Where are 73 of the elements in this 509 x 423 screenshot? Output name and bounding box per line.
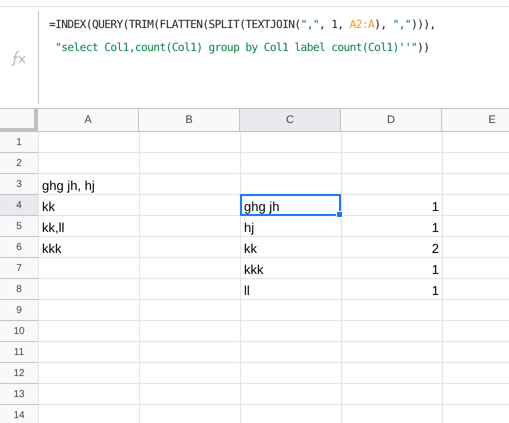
table-cell[interactable]	[139, 237, 240, 258]
table-cell[interactable]	[38, 384, 139, 405]
row-header[interactable]: 9	[0, 300, 38, 321]
select-all-corner[interactable]	[0, 109, 38, 132]
row-header[interactable]: 2	[0, 153, 38, 174]
table-cell[interactable]	[38, 300, 139, 321]
table-cell[interactable]: 1	[341, 279, 442, 300]
table-cell[interactable]	[38, 132, 139, 153]
row-header[interactable]: 10	[0, 321, 38, 342]
table-cell[interactable]: ghg jh	[240, 195, 341, 216]
table-cell[interactable]: hj	[240, 216, 341, 237]
table-cell[interactable]	[341, 321, 442, 342]
table-cell[interactable]	[38, 321, 139, 342]
row-header[interactable]: 3	[0, 174, 38, 195]
table-cell[interactable]: kk	[240, 237, 341, 258]
table-cell[interactable]	[139, 153, 240, 174]
table-cell[interactable]	[240, 384, 341, 405]
table-cell[interactable]	[38, 363, 139, 384]
row-header[interactable]: 4	[0, 195, 38, 216]
table-cell[interactable]	[341, 342, 442, 363]
table-cell[interactable]	[139, 258, 240, 279]
table-cell[interactable]	[240, 153, 341, 174]
column-header[interactable]: D	[341, 109, 442, 132]
row-header[interactable]: 7	[0, 258, 38, 279]
table-cell[interactable]	[38, 279, 139, 300]
table-cell[interactable]	[341, 174, 442, 195]
table-cell[interactable]: kk	[38, 195, 139, 216]
row-header[interactable]: 1	[0, 132, 38, 153]
table-cell[interactable]: 1	[341, 195, 442, 216]
column-header[interactable]: B	[139, 109, 240, 132]
table-cell[interactable]	[240, 321, 341, 342]
table-cell[interactable]: ghg jh, hj	[38, 174, 139, 195]
table-cell[interactable]: kk,ll	[38, 216, 139, 237]
row-header[interactable]: 5	[0, 216, 38, 237]
table-cell[interactable]: kkk	[38, 237, 139, 258]
table-cell[interactable]	[240, 363, 341, 384]
table-cell[interactable]	[139, 195, 240, 216]
table-cell[interactable]	[240, 300, 341, 321]
table-cell[interactable]	[341, 363, 442, 384]
table-cell[interactable]: kkk	[240, 258, 341, 279]
table-cell[interactable]	[38, 258, 139, 279]
table-cell[interactable]: 1	[341, 258, 442, 279]
column-header[interactable]: A	[38, 109, 139, 132]
table-cell[interactable]	[139, 363, 240, 384]
table-cell[interactable]	[341, 132, 442, 153]
table-cell[interactable]	[139, 342, 240, 363]
table-cell[interactable]	[139, 300, 240, 321]
row-header[interactable]: 13	[0, 384, 38, 405]
table-cell[interactable]	[139, 321, 240, 342]
row-header[interactable]: 11	[0, 342, 38, 363]
table-cell[interactable]	[240, 132, 341, 153]
row-header[interactable]: 6	[0, 237, 38, 258]
table-cell[interactable]	[240, 342, 341, 363]
table-cell[interactable]	[38, 342, 139, 363]
row-header[interactable]: 14	[0, 405, 38, 423]
table-cell[interactable]	[139, 384, 240, 405]
table-cell[interactable]	[139, 279, 240, 300]
table-cell[interactable]	[341, 300, 442, 321]
table-cell[interactable]	[139, 132, 240, 153]
table-cell[interactable]	[341, 384, 442, 405]
table-cell[interactable]: 2	[341, 237, 442, 258]
table-cell[interactable]: ll	[240, 279, 341, 300]
column-header[interactable]: C	[240, 109, 341, 132]
function-icon	[10, 50, 28, 66]
table-cell[interactable]	[38, 153, 139, 174]
table-cell[interactable]: 1	[341, 216, 442, 237]
row-header[interactable]: 12	[0, 363, 38, 384]
table-cell[interactable]	[341, 153, 442, 174]
row-header[interactable]: 8	[0, 279, 38, 300]
table-cell[interactable]	[139, 174, 240, 195]
formula-input[interactable]: =INDEX(QUERY(TRIM(FLATTEN(SPLIT(TEXTJOIN(",", 1, A2:A), ","))), "select Col1,count(Col1) group by Col1 label count(Col1)''"))	[39, 7, 436, 108]
column-header[interactable]: E	[442, 109, 509, 132]
table-cell[interactable]	[139, 216, 240, 237]
